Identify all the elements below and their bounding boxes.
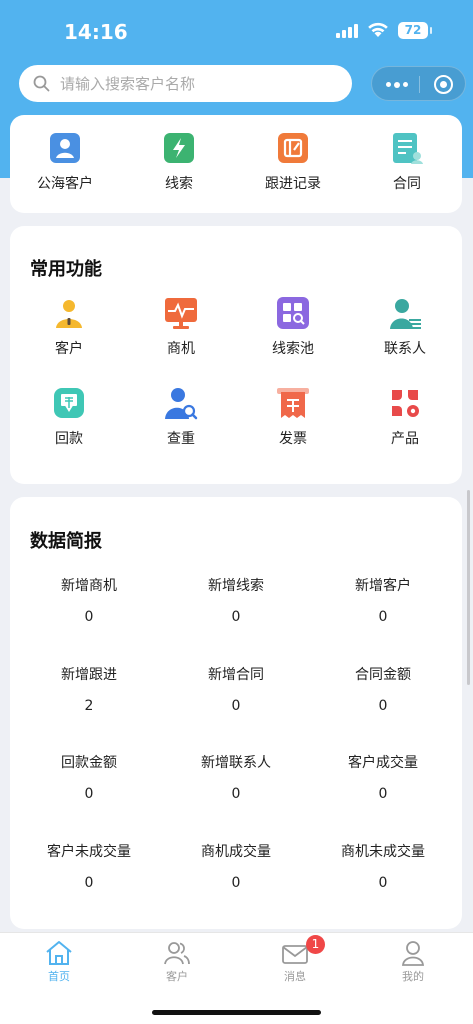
stat-label: 新增线索 — [208, 578, 264, 594]
contact-icon — [388, 296, 422, 330]
stat-item[interactable]: 新增商机 0 — [14, 575, 164, 625]
section-title-functions: 常用功能 — [30, 259, 102, 280]
lead-pool-icon — [276, 296, 310, 330]
stat-value: 0 — [84, 609, 94, 625]
quick-item-label: 公海客户 — [37, 176, 93, 192]
stat-item[interactable]: 新增客户 0 — [308, 575, 458, 625]
stat-value: 0 — [378, 609, 388, 625]
stat-label: 新增跟进 — [61, 667, 117, 683]
stat-item[interactable]: 合同金额 0 — [308, 664, 458, 714]
follow-record-icon — [276, 131, 310, 165]
contract-icon — [390, 131, 424, 165]
stat-value: 0 — [378, 698, 388, 714]
tab-label: 我的 — [402, 970, 424, 983]
stat-label: 客户成交量 — [348, 755, 418, 771]
search-icon — [33, 75, 50, 92]
tab-home[interactable]: 首页 — [0, 939, 118, 984]
stat-label: 新增商机 — [61, 578, 117, 594]
stat-label: 客户未成交量 — [47, 844, 131, 860]
customers-icon — [164, 942, 190, 965]
quick-item-label: 跟进记录 — [265, 176, 321, 192]
tab-label: 消息 — [284, 970, 306, 983]
func-item-label: 查重 — [167, 431, 195, 447]
product-icon — [388, 386, 422, 420]
common-functions-card: 常用功能 客户 商机 线索池 联系人 回款 查重 发票 产品 — [10, 226, 462, 484]
func-item-label: 回款 — [55, 431, 83, 447]
stat-value: 0 — [84, 875, 94, 891]
stat-label: 商机未成交量 — [341, 844, 425, 860]
home-indicator — [152, 1010, 321, 1015]
stat-label: 新增合同 — [208, 667, 264, 683]
stat-label: 商机成交量 — [201, 844, 271, 860]
func-item-label: 联系人 — [384, 341, 426, 357]
miniprogram-capsule — [371, 66, 466, 101]
stat-value: 0 — [378, 875, 388, 891]
tab-profile[interactable]: 我的 — [354, 939, 472, 984]
stat-item[interactable]: 客户成交量 0 — [308, 752, 458, 802]
func-item-label: 客户 — [55, 341, 83, 357]
stat-item[interactable]: 回款金额 0 — [14, 752, 164, 802]
tab-messages[interactable]: 1 消息 — [236, 935, 354, 984]
stat-item[interactable]: 客户未成交量 0 — [14, 841, 164, 891]
stat-value: 0 — [231, 609, 241, 625]
quick-access-card: 公海客户 线索 跟进记录 合同 — [10, 115, 462, 213]
stat-label: 合同金额 — [355, 667, 411, 683]
stat-value: 0 — [231, 698, 241, 714]
battery-icon: 72 — [398, 22, 432, 39]
stat-item[interactable]: 新增跟进 2 — [14, 664, 164, 714]
payment-icon — [52, 386, 86, 420]
scrollbar[interactable] — [467, 490, 470, 685]
func-item-label: 线索池 — [272, 341, 314, 357]
stat-value: 0 — [231, 875, 241, 891]
close-miniprogram-icon[interactable] — [434, 75, 453, 94]
cellular-signal-icon — [336, 22, 360, 38]
func-item-label: 发票 — [279, 431, 307, 447]
search-input[interactable]: 请输入搜索客户名称 — [19, 65, 352, 102]
quick-item-label: 合同 — [393, 176, 421, 192]
wifi-icon — [368, 22, 388, 37]
data-report-card: 数据简报 新增商机 0 新增线索 0 新增客户 0 新增跟进 2 新增合同 0 … — [10, 497, 462, 929]
home-icon — [46, 941, 72, 965]
tab-label: 首页 — [48, 970, 70, 983]
public-customer-icon — [48, 131, 82, 165]
stat-label: 新增联系人 — [201, 755, 271, 771]
status-bar: 14:16 72 — [0, 0, 473, 60]
stat-item[interactable]: 新增线索 0 — [161, 575, 311, 625]
quick-item-label: 线索 — [165, 176, 193, 192]
stat-value: 0 — [84, 786, 94, 802]
stat-item[interactable]: 新增合同 0 — [161, 664, 311, 714]
stat-value: 0 — [231, 786, 241, 802]
lead-icon — [162, 131, 196, 165]
stat-value: 0 — [378, 786, 388, 802]
tab-label: 客户 — [166, 970, 188, 983]
opportunity-icon — [164, 296, 198, 330]
func-item-label: 商机 — [167, 341, 195, 357]
stat-item[interactable]: 新增联系人 0 — [161, 752, 311, 802]
tab-customers[interactable]: 客户 — [118, 939, 236, 984]
status-time: 14:16 — [64, 20, 128, 44]
unread-badge: 1 — [306, 935, 325, 954]
more-icon[interactable] — [386, 81, 408, 88]
duplicate-check-icon — [164, 386, 198, 420]
customer-icon — [52, 296, 86, 330]
stat-item[interactable]: 商机未成交量 0 — [308, 841, 458, 891]
stat-value: 2 — [84, 698, 94, 714]
stat-label: 回款金额 — [61, 755, 117, 771]
func-item-label: 产品 — [391, 431, 419, 447]
stat-item[interactable]: 商机成交量 0 — [161, 841, 311, 891]
search-placeholder: 请输入搜索客户名称 — [60, 75, 196, 93]
profile-icon — [402, 941, 424, 966]
stat-label: 新增客户 — [355, 578, 411, 594]
invoice-icon — [276, 386, 310, 420]
section-title-report: 数据简报 — [30, 531, 102, 552]
